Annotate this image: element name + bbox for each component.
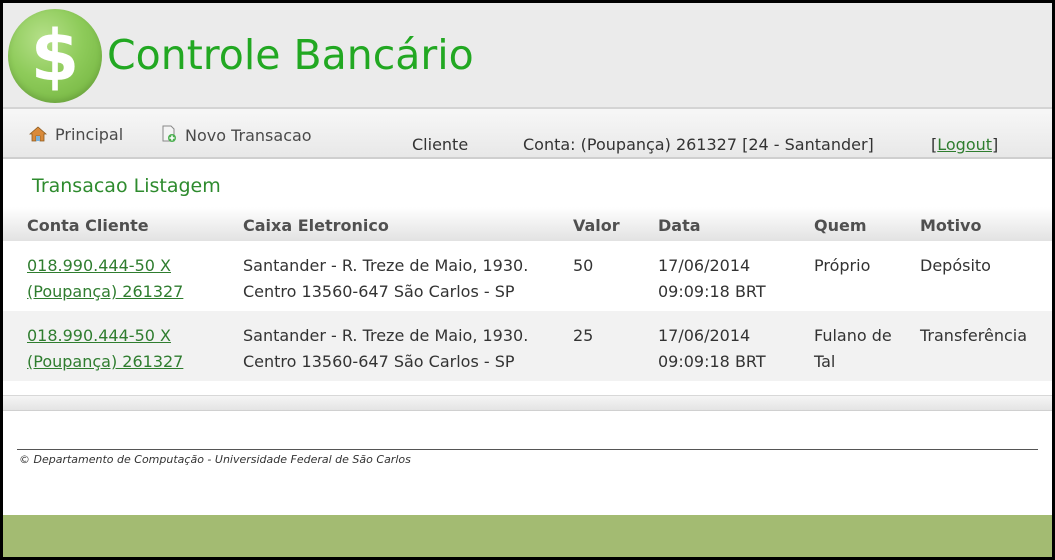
cell-valor: 25 <box>573 326 594 345</box>
table-row: 018.990.444-50 X (Poupança) 261327 Santan… <box>3 241 1052 311</box>
cell-quem: Fulano de Tal <box>814 326 892 371</box>
nav-item-label: Novo Transacao <box>185 126 312 145</box>
cell-conta-cliente: 018.990.444-50 X (Poupança) 261327 <box>27 253 227 305</box>
nav-item-principal[interactable]: Principal <box>28 125 124 146</box>
dollar-sign: $ <box>30 15 80 97</box>
header: $ Controle Bancário <box>3 3 1052 107</box>
conta-cliente-link[interactable]: 018.990.444-50 X (Poupança) 261327 <box>27 256 183 301</box>
footer-rule <box>17 449 1038 450</box>
header-data: Data <box>658 216 701 235</box>
home-icon <box>28 126 48 146</box>
new-document-icon <box>161 125 177 147</box>
logout-link[interactable]: Logout <box>937 135 992 154</box>
header-caixa-eletronico: Caixa Eletronico <box>243 216 389 235</box>
header-conta-cliente: Conta Cliente <box>27 216 149 235</box>
app-title: Controle Bancário <box>107 31 474 79</box>
content-divider <box>3 395 1052 411</box>
cell-data: 17/06/2014 09:09:18 BRT <box>658 256 766 301</box>
cell-caixa-eletronico: Santander - R. Treze de Maio, 1930. Centr… <box>243 256 529 301</box>
page-title: Transacao Listagem <box>32 175 221 197</box>
nav-item-novo-transacao[interactable]: Novo Transacao <box>161 125 312 147</box>
nav-item-label: Principal <box>55 125 124 144</box>
cell-motivo: Transferência <box>920 326 1028 345</box>
account-info: Conta: (Poupança) 261327 [24 - Santander… <box>523 135 874 154</box>
footer-bar <box>3 515 1052 557</box>
cell-conta-cliente: 018.990.444-50 X (Poupança) 261327 <box>27 323 227 375</box>
cell-caixa-eletronico: Santander - R. Treze de Maio, 1930. Centr… <box>243 326 529 371</box>
header-valor: Valor <box>573 216 620 235</box>
cell-valor: 50 <box>573 256 594 275</box>
nav-bar: Principal Novo Transacao Cliente Conta: … <box>3 107 1052 159</box>
cell-quem: Próprio <box>814 256 871 275</box>
table-header: Conta Cliente Caixa Eletronico Valor Dat… <box>3 207 1052 241</box>
logout-bracket-close: ] <box>992 135 999 154</box>
logout-group: [Logout] <box>931 135 998 154</box>
client-label: Cliente <box>412 135 469 154</box>
footer-copyright: © Departamento de Computação - Universid… <box>19 453 411 466</box>
table-row: 018.990.444-50 X (Poupança) 261327 Santan… <box>3 311 1052 381</box>
cell-data: 17/06/2014 09:09:18 BRT <box>658 326 766 371</box>
header-motivo: Motivo <box>920 216 982 235</box>
header-quem: Quem <box>814 216 867 235</box>
conta-cliente-link[interactable]: 018.990.444-50 X (Poupança) 261327 <box>27 326 183 371</box>
cell-motivo: Depósito <box>920 256 991 275</box>
app-window: $ Controle Bancário Principal Novo Trans… <box>0 0 1055 560</box>
dollar-logo-icon: $ <box>8 9 102 103</box>
